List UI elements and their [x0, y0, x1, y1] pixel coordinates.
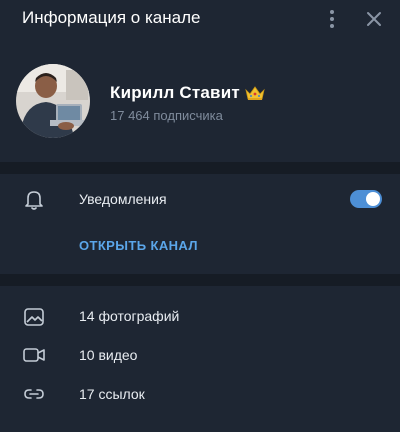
channel-profile: Кирилл Ставит 17 464 подписчика	[0, 38, 400, 162]
crown-icon	[245, 86, 265, 100]
bell-icon	[25, 191, 43, 210]
close-button[interactable]	[363, 8, 385, 30]
photo-icon	[22, 305, 46, 329]
avatar-image	[16, 64, 90, 138]
media-label: 10 видео	[79, 347, 138, 363]
channel-name: Кирилл Ставит	[110, 83, 240, 102]
channel-avatar[interactable]	[16, 64, 90, 138]
channel-name-row: Кирилл Ставит	[110, 83, 265, 103]
more-menu-button[interactable]	[322, 7, 342, 31]
notifications-label: Уведомления	[79, 191, 167, 207]
notifications-toggle[interactable]	[350, 190, 382, 208]
notifications-section: Уведомления ОТКРЫТЬ КАНАЛ	[0, 174, 400, 274]
media-label: 14 фотографий	[79, 308, 180, 324]
media-section: 14 фотографий 10 видео 17 ссылок	[0, 286, 400, 432]
more-vertical-icon	[330, 10, 334, 28]
open-channel-link[interactable]: ОТКРЫТЬ КАНАЛ	[79, 238, 198, 253]
media-label: 17 ссылок	[79, 386, 145, 402]
section-divider	[0, 162, 400, 174]
section-divider	[0, 274, 400, 286]
toggle-knob	[366, 192, 380, 206]
info-header: Информация о канале	[0, 0, 400, 38]
notifications-row-icon	[22, 187, 46, 211]
video-icon	[22, 343, 46, 367]
link-icon	[22, 382, 46, 406]
subscriber-count: 17 464 подписчика	[110, 108, 223, 123]
close-icon	[367, 12, 381, 26]
page-title: Информация о канале	[22, 8, 201, 27]
